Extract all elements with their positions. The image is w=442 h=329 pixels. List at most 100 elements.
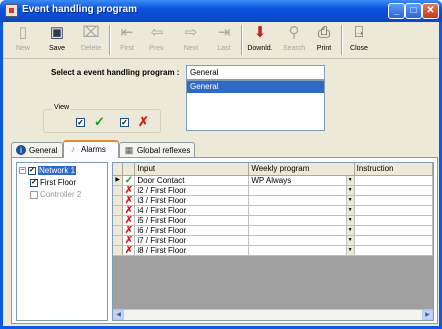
input-cell[interactable]: i2 / First Floor — [134, 185, 250, 196]
tree-checkbox[interactable]: ✓ — [30, 178, 38, 187]
maximize-button[interactable]: □ — [405, 3, 422, 19]
tree-checkbox[interactable] — [30, 190, 38, 199]
title-bar[interactable]: Event handling program _ □ ✕ — [0, 0, 442, 22]
dropdown-arrow-icon[interactable]: ▼ — [345, 175, 354, 184]
next-button[interactable]: ⇨ Next — [179, 24, 203, 57]
weekly-program-cell[interactable]: ▼ — [248, 215, 355, 226]
instruction-cell[interactable] — [354, 175, 433, 186]
minimize-button[interactable]: _ — [388, 3, 405, 19]
weekly-program-column-header[interactable]: Weekly program — [248, 163, 355, 176]
download-button[interactable]: ⬇ Downld. — [245, 24, 275, 57]
program-option[interactable]: General — [187, 81, 324, 93]
collapse-icon[interactable]: − — [19, 167, 26, 175]
arrow-right-icon: ⇨ — [184, 24, 198, 41]
network-tree[interactable]: − ✓ Network 1 ✓ First Floor Controller 2 — [16, 162, 108, 321]
input-cell[interactable]: i7 / First Floor — [134, 235, 250, 246]
close-button[interactable]: ⍈ Close — [347, 24, 371, 57]
instruction-cell[interactable] — [354, 215, 433, 226]
show-enabled-checkbox[interactable]: ✓ — [76, 118, 85, 127]
search-button[interactable]: ⚲ Search — [280, 24, 308, 57]
first-button[interactable]: ⇤ First — [115, 24, 139, 57]
weekly-program-cell[interactable]: ▼ — [248, 195, 355, 206]
tree-item-first-floor[interactable]: ✓ First Floor — [30, 177, 76, 188]
program-options-list[interactable]: General — [186, 80, 325, 131]
tree-item-controller[interactable]: Controller 2 — [30, 189, 81, 200]
row-indicator[interactable] — [113, 185, 124, 196]
row-indicator[interactable] — [113, 205, 124, 216]
input-cell[interactable]: i8 / First Floor — [134, 245, 250, 256]
input-cell[interactable]: Door Contact — [134, 175, 250, 186]
weekly-program-cell[interactable]: ▼ — [248, 235, 355, 246]
floppy-disk-icon: ▣ — [49, 24, 65, 41]
dropdown-arrow-icon[interactable]: ▼ — [345, 245, 354, 254]
instruction-cell[interactable] — [354, 245, 433, 256]
dropdown-arrow-icon[interactable]: ▼ — [345, 185, 354, 194]
input-cell[interactable]: i6 / First Floor — [134, 225, 250, 236]
new-button[interactable]: ▯ New — [11, 24, 35, 57]
app-icon[interactable] — [5, 4, 18, 17]
instruction-column-header[interactable]: Instruction — [354, 163, 433, 176]
prev-button[interactable]: ⇦ Prev. — [145, 24, 169, 57]
disabled-x-icon[interactable]: ✗ — [122, 225, 136, 236]
weekly-program-cell[interactable]: WP Always ▼ — [248, 175, 355, 186]
disabled-x-icon[interactable]: ✗ — [122, 185, 136, 196]
close-window-button[interactable]: ✕ — [422, 3, 439, 19]
input-cell[interactable]: i3 / First Floor — [134, 195, 250, 206]
table-row[interactable]: ✗ i4 / First Floor ▼ — [113, 205, 433, 216]
table-row[interactable]: ✗ i7 / First Floor ▼ — [113, 235, 433, 246]
bell-icon: ♪ — [70, 144, 76, 154]
scroll-right-icon[interactable]: ▶ — [422, 310, 433, 320]
tree-checkbox[interactable]: ✓ — [28, 166, 36, 175]
row-indicator[interactable] — [113, 235, 124, 246]
instruction-cell[interactable] — [354, 225, 433, 236]
status-column-header[interactable] — [122, 163, 136, 176]
row-indicator[interactable] — [113, 245, 124, 256]
current-row-indicator-icon[interactable]: ▶ — [113, 175, 124, 186]
table-row[interactable]: ✗ i3 / First Floor ▼ — [113, 195, 433, 206]
dropdown-arrow-icon[interactable]: ▼ — [345, 215, 354, 224]
disabled-x-icon[interactable]: ✗ — [122, 245, 136, 256]
instruction-cell[interactable] — [354, 185, 433, 196]
tab-general[interactable]: i General — [11, 142, 63, 157]
dropdown-arrow-icon[interactable]: ▼ — [345, 235, 354, 244]
table-row[interactable]: ✗ i8 / First Floor ▼ — [113, 245, 433, 256]
dropdown-arrow-icon[interactable]: ▼ — [345, 225, 354, 234]
disabled-x-icon[interactable]: ✗ — [122, 235, 136, 246]
show-disabled-checkbox[interactable]: ✓ — [120, 118, 129, 127]
table-row[interactable]: ✗ i6 / First Floor ▼ — [113, 225, 433, 236]
table-row[interactable]: ✗ i2 / First Floor ▼ — [113, 185, 433, 196]
disabled-x-icon[interactable]: ✗ — [122, 215, 136, 226]
input-cell[interactable]: i4 / First Floor — [134, 205, 250, 216]
dropdown-arrow-icon[interactable]: ▼ — [345, 205, 354, 214]
row-indicator[interactable] — [113, 195, 124, 206]
scroll-left-icon[interactable]: ◀ — [113, 310, 124, 320]
weekly-program-cell[interactable]: ▼ — [248, 225, 355, 236]
row-indicator[interactable] — [113, 225, 124, 236]
program-select-label: Select a event handling program : — [51, 68, 180, 77]
delete-button[interactable]: ⌧ Delete — [77, 24, 105, 57]
instruction-cell[interactable] — [354, 235, 433, 246]
row-indicator[interactable] — [113, 215, 124, 226]
weekly-program-cell[interactable]: ▼ — [248, 185, 355, 196]
program-select-input[interactable]: General — [186, 65, 325, 80]
weekly-program-cell[interactable]: ▼ — [248, 205, 355, 216]
enabled-check-icon[interactable]: ✓ — [122, 175, 136, 186]
dropdown-arrow-icon[interactable]: ▼ — [345, 195, 354, 204]
tab-alarms[interactable]: ♪ Alarms — [63, 140, 119, 158]
disabled-x-icon[interactable]: ✗ — [122, 205, 136, 216]
table-row[interactable]: ▶ ✓ Door Contact WP Always ▼ — [113, 175, 433, 186]
red-x-icon: ✗ — [138, 114, 149, 129]
table-row[interactable]: ✗ i5 / First Floor ▼ — [113, 215, 433, 226]
save-button[interactable]: ▣ Save — [45, 24, 69, 57]
weekly-program-cell[interactable]: ▼ — [248, 245, 355, 256]
input-column-header[interactable]: Input — [134, 163, 250, 176]
disabled-x-icon[interactable]: ✗ — [122, 195, 136, 206]
instruction-cell[interactable] — [354, 195, 433, 206]
last-button[interactable]: ⇥ Last — [212, 24, 236, 57]
tree-item-network[interactable]: − ✓ Network 1 — [19, 165, 77, 176]
horizontal-scrollbar[interactable]: ◀ ▶ — [113, 309, 433, 320]
input-cell[interactable]: i5 / First Floor — [134, 215, 250, 226]
instruction-cell[interactable] — [354, 205, 433, 216]
tab-global-reflexes[interactable]: ▦ Global reflexes — [119, 142, 195, 157]
print-button[interactable]: ⎙ Print — [312, 24, 336, 57]
